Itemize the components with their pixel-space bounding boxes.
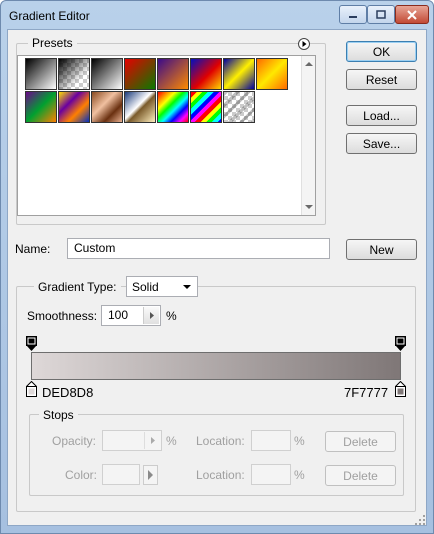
opacity-stop-icon xyxy=(26,336,37,351)
presets-menu-button[interactable] xyxy=(298,38,310,50)
resize-grip[interactable] xyxy=(414,514,426,526)
resize-grip-icon xyxy=(415,515,425,525)
opacity-stepper[interactable] xyxy=(144,432,160,449)
smoothness-stepper[interactable] xyxy=(143,307,159,324)
preset-copper[interactable] xyxy=(91,91,123,123)
gradient-preview-bar[interactable] xyxy=(31,352,401,380)
stepper-arrow-icon xyxy=(151,437,155,444)
opacity-location-unit: % xyxy=(294,434,305,448)
new-button[interactable]: New xyxy=(346,239,417,260)
maximize-icon xyxy=(376,10,386,19)
preset-orange-yellow-orange[interactable] xyxy=(256,58,288,90)
preset-blue-yellow-blue[interactable] xyxy=(223,58,255,90)
color-stop-right[interactable] xyxy=(394,380,407,397)
gradient-type-label: Gradient Type: xyxy=(34,280,121,294)
chevron-down-icon xyxy=(183,285,191,289)
preset-violet-orange[interactable] xyxy=(157,58,189,90)
minimize-icon xyxy=(349,15,357,18)
smoothness-unit: % xyxy=(166,309,177,323)
color-label: Color: xyxy=(65,468,98,482)
color-location-unit: % xyxy=(294,468,305,482)
color-location-label: Location: xyxy=(196,468,245,482)
ok-button[interactable]: OK xyxy=(346,41,417,62)
opacity-location-label: Location: xyxy=(196,434,245,448)
preset-yellow-violet-orange-blue[interactable] xyxy=(58,91,90,123)
opacity-label: Opacity: xyxy=(52,434,97,448)
preset-black-white[interactable] xyxy=(91,58,123,90)
smoothness-label: Smoothness: xyxy=(27,309,98,323)
color-stop-left[interactable] xyxy=(25,380,38,397)
gradient-type-value: Solid xyxy=(132,279,159,294)
menu-arrow-icon xyxy=(148,470,153,480)
preset-foreground-to-background[interactable] xyxy=(25,58,57,90)
preset-transparent-stripes[interactable] xyxy=(223,91,255,123)
gradient-type-select[interactable]: Solid xyxy=(126,276,198,297)
opacity-stop-left[interactable] xyxy=(26,336,37,352)
menu-arrow-icon xyxy=(298,38,310,50)
opacity-stop-right[interactable] xyxy=(395,336,406,352)
presets-label: Presets xyxy=(28,36,77,50)
close-icon xyxy=(407,9,417,20)
color-stop-icon xyxy=(25,380,38,397)
color-stop-icon xyxy=(394,380,407,397)
color-menu-button[interactable] xyxy=(143,465,158,485)
load-button[interactable]: Load... xyxy=(346,105,417,126)
preset-transparent-rainbow[interactable] xyxy=(190,91,222,123)
opacity-unit: % xyxy=(166,434,177,448)
preset-violet-green-orange[interactable] xyxy=(25,91,57,123)
opacity-location-input[interactable] xyxy=(251,430,291,451)
delete-color-stop-button[interactable]: Delete xyxy=(325,465,396,486)
maximize-button[interactable] xyxy=(367,5,395,24)
reset-button[interactable]: Reset xyxy=(346,69,417,90)
scroll-down-icon[interactable] xyxy=(305,205,313,209)
presets-scrollbar[interactable] xyxy=(301,56,315,215)
color-location-input[interactable] xyxy=(251,464,291,485)
window-title: Gradient Editor xyxy=(9,9,90,23)
stepper-arrow-icon xyxy=(150,312,154,319)
preset-chrome[interactable] xyxy=(124,91,156,123)
color-swatch[interactable] xyxy=(102,464,140,485)
preset-spectrum[interactable] xyxy=(157,91,189,123)
opacity-stop-icon xyxy=(395,336,406,351)
preset-red-green[interactable] xyxy=(124,58,156,90)
close-button[interactable] xyxy=(395,5,429,24)
stops-label: Stops xyxy=(39,408,78,422)
scroll-up-icon[interactable] xyxy=(305,62,313,66)
name-input[interactable]: Custom xyxy=(67,238,330,259)
save-button[interactable]: Save... xyxy=(346,133,417,154)
right-stop-color-code: 7F7777 xyxy=(344,385,389,400)
minimize-button[interactable] xyxy=(339,5,367,24)
title-bar[interactable]: Gradient Editor xyxy=(1,1,433,31)
presets-list[interactable] xyxy=(17,55,316,216)
name-label: Name: xyxy=(15,242,51,256)
preset-blue-red-yellow[interactable] xyxy=(190,58,222,90)
preset-foreground-to-transparent[interactable] xyxy=(58,58,90,90)
delete-opacity-stop-button[interactable]: Delete xyxy=(325,431,396,452)
left-stop-color-code: DED8D8 xyxy=(42,385,94,400)
